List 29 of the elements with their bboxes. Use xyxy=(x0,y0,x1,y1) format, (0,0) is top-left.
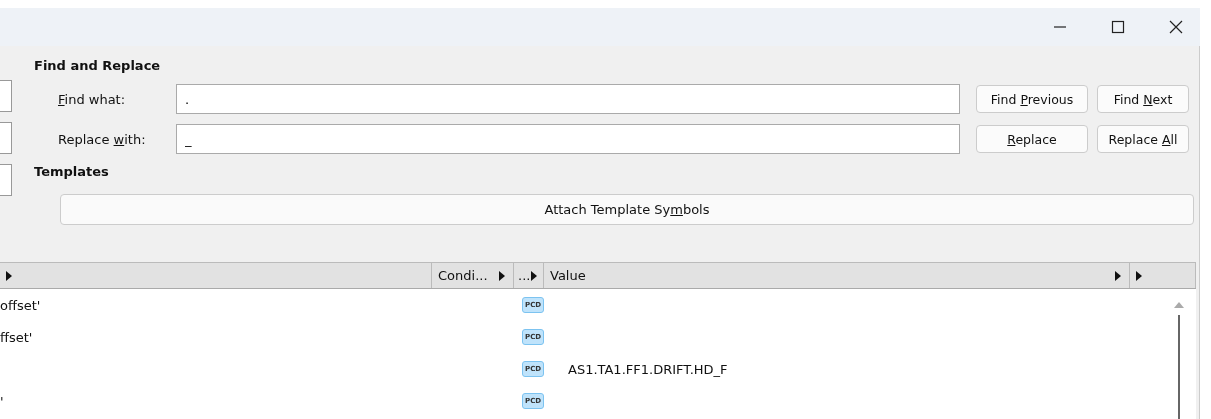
section-title: Templates xyxy=(34,164,109,181)
expand-icon xyxy=(531,270,537,281)
column-header[interactable]: Value xyxy=(544,263,1130,288)
field-edge xyxy=(0,122,12,154)
attach-button[interactable]: Attach Template Symbols xyxy=(60,194,1194,225)
close-icon xyxy=(1169,20,1183,34)
field-edge xyxy=(0,164,12,196)
dialog-button[interactable]: Replace All xyxy=(1097,125,1189,153)
table-cell: ' xyxy=(0,393,4,409)
column-header[interactable]: ... xyxy=(514,263,544,288)
expand-icon xyxy=(1115,270,1121,281)
dialog-button[interactable]: Replace xyxy=(976,125,1088,153)
dialog-button[interactable]: Find Next xyxy=(1097,85,1189,113)
input-field[interactable]: _ xyxy=(176,124,960,154)
scroll-up-icon xyxy=(1173,301,1185,309)
table-cell: offset' xyxy=(0,297,41,313)
input-field[interactable]: . xyxy=(176,84,960,114)
table-cell: ffset' xyxy=(0,329,33,345)
dialog-button[interactable]: Find Previous xyxy=(976,85,1088,113)
field-edge xyxy=(0,80,12,112)
table-cell: AS1.TA1.FF1.DRIFT.HD_F xyxy=(568,361,728,377)
maximize-icon xyxy=(1111,20,1125,34)
section-title: Find and Replace xyxy=(34,58,161,75)
column-header[interactable]: Condi... xyxy=(432,263,514,288)
field-label: Replace with: xyxy=(57,131,147,147)
expand-icon xyxy=(6,270,12,281)
expand-icon xyxy=(1136,270,1142,281)
expand-icon xyxy=(499,270,505,281)
field-label: Find what: xyxy=(57,91,127,107)
